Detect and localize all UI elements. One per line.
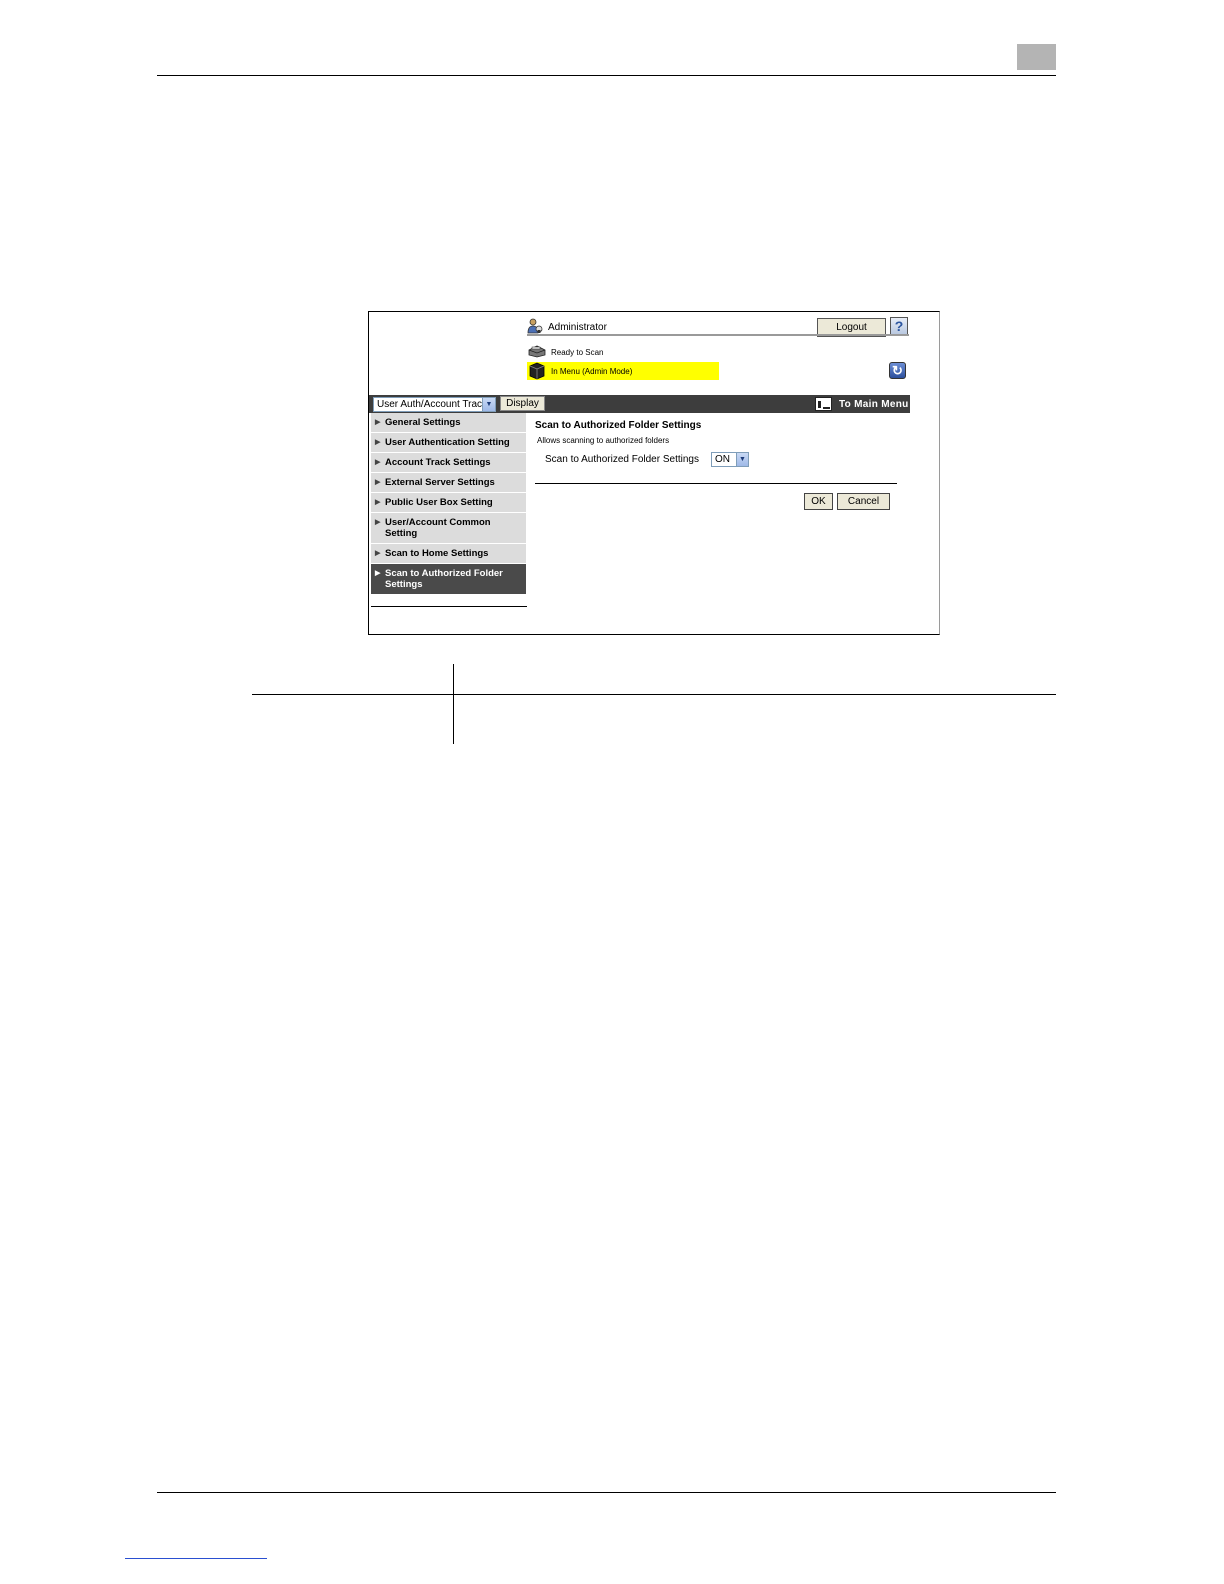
sidebar-item-account-track[interactable]: ▶ Account Track Settings [371, 453, 526, 473]
sidebar-item-scan-to-home[interactable]: ▶ Scan to Home Settings [371, 544, 526, 564]
page-top-rule [157, 75, 1056, 76]
sidebar-bottom-rule [371, 606, 527, 607]
sidebar-item-external-server[interactable]: ▶ External Server Settings [371, 473, 526, 493]
printer-icon [527, 344, 547, 358]
footer-link-underline [125, 1558, 267, 1559]
triangle-right-icon: ▶ [375, 499, 381, 506]
sidebar-item-label: Account Track Settings [385, 457, 491, 468]
category-select-value: User Auth/Account Track [377, 399, 488, 410]
sidebar-item-label: User Authentication Setting [385, 437, 510, 448]
content-divider [535, 483, 897, 484]
sidebar-item-general-settings[interactable]: ▶ General Settings [371, 413, 526, 433]
page-title: Scan to Authorized Folder Settings [535, 420, 702, 431]
sidebar-item-user-account-common[interactable]: ▶ User/Account Common Setting [371, 513, 526, 544]
triangle-right-icon: ▶ [375, 419, 381, 426]
web-ui-screenshot: Administrator Logout ? Ready to Scan In … [368, 311, 940, 635]
triangle-right-icon: ▶ [375, 519, 381, 526]
category-select[interactable]: User Auth/Account Track ▼ [373, 397, 496, 412]
triangle-right-icon: ▶ [375, 570, 381, 577]
chevron-down-icon[interactable]: ▼ [736, 453, 748, 466]
triangle-right-icon: ▶ [375, 479, 381, 486]
mode-label: In Menu (Admin Mode) [551, 367, 633, 376]
sidebar-item-user-authentication[interactable]: ▶ User Authentication Setting [371, 433, 526, 453]
refresh-icon[interactable]: ↻ [889, 362, 906, 379]
sidebar-item-label: User/Account Common Setting [385, 517, 491, 539]
admin-label: Administrator [548, 322, 607, 333]
machine-box-icon [527, 362, 547, 380]
main-menu-icon [815, 397, 832, 411]
page-bottom-rule [157, 1492, 1056, 1493]
ok-button[interactable]: OK [804, 493, 833, 510]
menu-bar: User Auth/Account Track ▼ Display To Mai… [369, 395, 910, 413]
table-row-divider [252, 694, 1056, 695]
help-icon[interactable]: ? [890, 317, 908, 335]
page-description: Allows scanning to authorized folders [537, 436, 670, 445]
sidebar: ▶ General Settings ▶ User Authentication… [371, 413, 526, 595]
sidebar-item-label: Scan to Authorized Folder Settings [385, 568, 503, 590]
triangle-right-icon: ▶ [375, 459, 381, 466]
table-column-divider [453, 664, 454, 744]
display-button[interactable]: Display [500, 396, 545, 411]
sidebar-item-label: Public User Box Setting [385, 497, 493, 508]
header-divider [527, 334, 909, 336]
admin-header: Administrator Logout ? [527, 316, 909, 337]
triangle-right-icon: ▶ [375, 439, 381, 446]
sidebar-item-public-user-box[interactable]: ▶ Public User Box Setting [371, 493, 526, 513]
cancel-button[interactable]: Cancel [837, 493, 890, 510]
chapter-tab [1017, 44, 1056, 70]
to-main-menu-label: To Main Menu [839, 399, 909, 410]
machine-status-row: Ready to Scan [527, 344, 727, 360]
machine-status-label: Ready to Scan [551, 348, 604, 357]
triangle-right-icon: ▶ [375, 550, 381, 557]
scan-to-authorized-folder-select[interactable]: ON ▼ [711, 452, 749, 467]
sidebar-item-label: Scan to Home Settings [385, 548, 489, 559]
chevron-down-icon[interactable]: ▼ [482, 398, 495, 411]
admin-user-icon [527, 318, 543, 334]
mode-status-row: In Menu (Admin Mode) [527, 362, 719, 380]
setting-label: Scan to Authorized Folder Settings [545, 454, 699, 465]
setting-select-value: ON [715, 454, 730, 465]
sidebar-item-label: External Server Settings [385, 477, 495, 488]
sidebar-item-label: General Settings [385, 417, 461, 428]
sidebar-item-scan-to-authorized-folder[interactable]: ▶ Scan to Authorized Folder Settings [371, 564, 526, 595]
to-main-menu-link[interactable]: To Main Menu [815, 397, 909, 411]
